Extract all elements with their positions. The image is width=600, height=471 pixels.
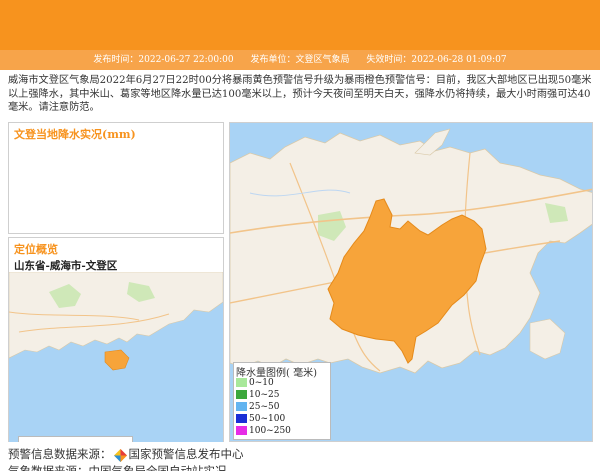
expire-time: 失效时间：2022-06-28 01:09:07 [366,55,507,65]
overview-legend-title: 图例 [24,439,50,442]
warning-description: 威海市文登区气象局2022年6月27日22时00分将暴雨黄色预警信号升级为暴雨橙… [8,75,592,113]
rainfall-legend-item: 25~50 [236,401,279,413]
legend-swatch [236,402,247,411]
rainfall-legend-item: 100~250 [236,425,291,437]
overview-map-graphic [9,272,223,371]
location-subtitle: 山东省-威海市-文登区 [14,260,118,272]
header-bar [0,0,600,50]
warning-source-label: 预警信息数据来源： [8,447,112,461]
publisher: 发布单位：文登区气象局 [250,55,350,65]
rainfall-panel-title: 文登当地降水实况(mm) [14,128,136,141]
warning-source-line: 预警信息数据来源： 国家预警信息发布中心 [8,446,244,462]
rainfall-legend-item: 0~10 [236,377,274,389]
rainfall-legend: 降水量图例( 毫米) 0~10 10~25 25~50 50~100 100~2… [233,362,331,440]
legend-swatch [236,378,247,387]
warning-source-name[interactable]: 国家预警信息发布中心 [129,447,244,461]
location-panel-title: 定位概览 [14,243,58,256]
wendeng-marker [104,349,130,371]
warning-meta-bar: 发布时间：2022-06-27 22:00:00 发布单位：文登区气象局 失效时… [0,50,600,70]
weather-data-source: 气象数据来源：中国气象局全国自动站实况 [8,464,227,471]
publish-time: 发布时间：2022-06-27 22:00:00 [93,55,234,65]
legend-swatch [236,390,247,399]
legend-swatch [236,426,247,435]
overview-legend: 图例 国界 省界 [18,436,133,442]
rainfall-panel: 文登当地降水实况(mm) [8,122,224,234]
legend-swatch [236,414,247,423]
overview-map[interactable]: 图例 国界 省界 [9,272,223,442]
rainfall-legend-item: 50~100 [236,413,285,425]
location-panel: 定位概览 山东省-威海市-文登区 图例 国界 省界 [8,237,224,442]
rainfall-legend-item: 10~25 [236,389,279,401]
early-warning-logo-icon [113,448,127,462]
